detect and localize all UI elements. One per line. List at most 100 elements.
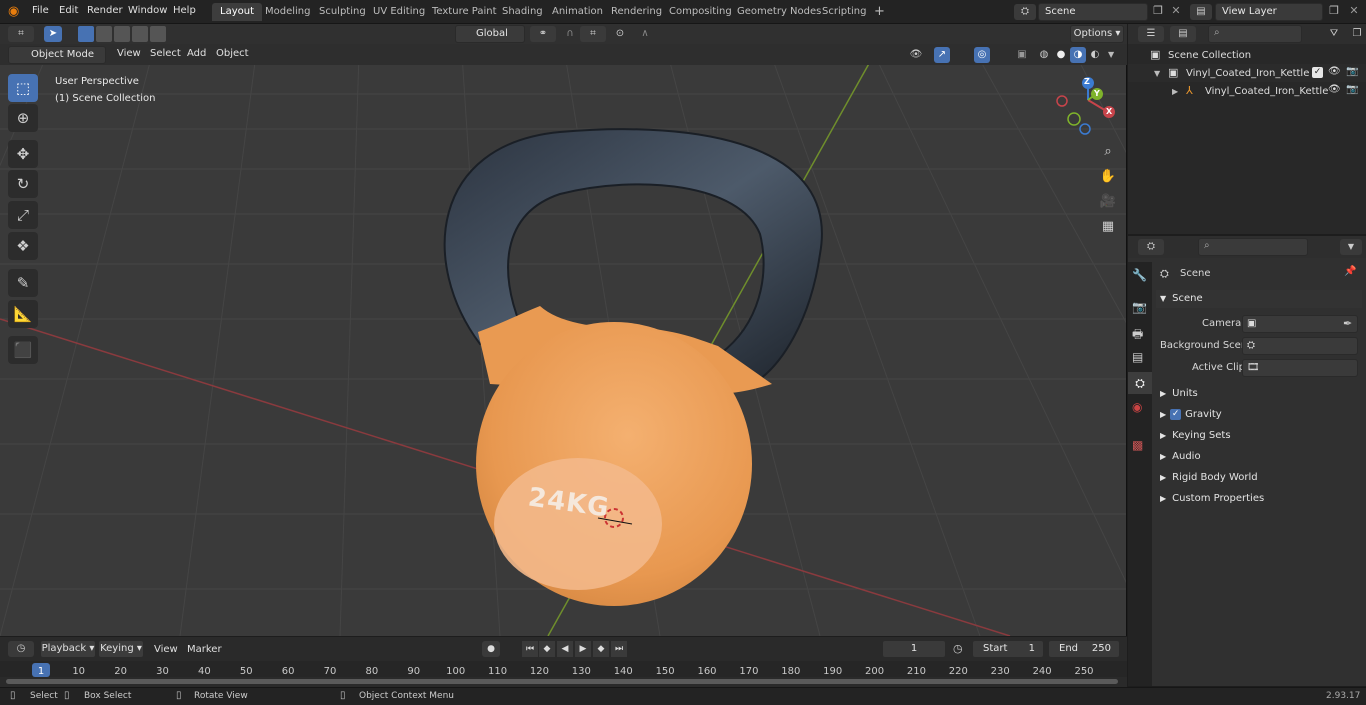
play-reverse-icon[interactable]: ◀ <box>557 641 573 657</box>
mode-dropdown[interactable]: Object Mode <box>8 46 106 64</box>
timeline-view-menu[interactable]: View <box>154 644 178 655</box>
start-frame-field[interactable]: Start 1 <box>972 640 1044 658</box>
jump-start-icon[interactable]: ⏮ <box>522 641 538 657</box>
texture-tab-icon[interactable]: ▩ <box>1132 438 1143 452</box>
blender-logo-icon[interactable]: ◉ <box>8 4 24 20</box>
view-layer-tab-icon[interactable]: ▤ <box>1132 350 1143 364</box>
camera-icon[interactable]: 📷 <box>1346 66 1358 77</box>
falloff-icon[interactable]: ∧ <box>632 26 658 42</box>
gravity-panel[interactable]: ▶ ✓ Gravity <box>1156 406 1362 424</box>
list-item[interactable]: ▼ ▣ Vinyl_Coated_Iron_Kettlebell_ ✓ 👁 📷 <box>1128 64 1366 82</box>
menu-view[interactable]: View <box>117 48 141 59</box>
scene-tab-icon[interactable]: ⛭ <box>1128 372 1152 394</box>
tab-layout[interactable]: Layout <box>212 3 262 21</box>
select-invert-icon[interactable] <box>132 26 148 42</box>
play-icon[interactable]: ▶ <box>575 641 591 657</box>
end-frame-field[interactable]: End 250 <box>1048 640 1120 658</box>
transform-orientation-dropdown[interactable]: Global <box>455 25 525 43</box>
options-dropdown[interactable]: Options ▾ <box>1070 25 1124 43</box>
list-item[interactable]: ▣ Scene Collection <box>1128 46 1366 64</box>
jump-end-icon[interactable]: ⏭ <box>611 641 627 657</box>
eye-icon[interactable]: 👁 <box>1328 66 1341 77</box>
snap-icon[interactable]: ∩ <box>562 26 578 42</box>
properties-editor-icon[interactable]: ⛭ <box>1138 239 1164 255</box>
world-tab-icon[interactable]: ◉ <box>1132 400 1142 414</box>
select-new-icon[interactable] <box>78 26 94 42</box>
checkbox-icon[interactable]: ✓ <box>1312 67 1323 78</box>
current-frame-field[interactable]: 1 <box>882 640 946 658</box>
playback-menu[interactable]: Playback ▾ <box>40 640 96 658</box>
select-subtract-icon[interactable] <box>114 26 130 42</box>
transform-tool[interactable]: ❖ <box>8 232 38 260</box>
move-tool[interactable]: ✥ <box>8 140 38 168</box>
menu-render[interactable]: Render <box>87 5 123 16</box>
proportional-edit-icon[interactable]: ⊙ <box>612 26 628 42</box>
shading-rendered-icon[interactable]: ◐ <box>1087 47 1103 63</box>
scale-tool[interactable]: ⤢ <box>8 201 38 229</box>
tool-tab-icon[interactable]: 🔧 <box>1132 268 1147 282</box>
filter-icon[interactable]: ⛛ <box>1322 26 1346 42</box>
pan-hand-icon[interactable]: ✋ <box>1097 166 1119 188</box>
pin-icon[interactable]: 📌 <box>1344 266 1356 277</box>
properties-options-chevron-icon[interactable]: ▼ <box>1340 239 1362 255</box>
cursor-tool[interactable]: ⊕ <box>8 104 38 132</box>
delete-view-layer-icon[interactable]: ✕ <box>1346 4 1362 20</box>
rotate-tool[interactable]: ↻ <box>8 170 38 198</box>
tab-animation[interactable]: Animation <box>544 3 611 21</box>
new-scene-icon[interactable]: ❐ <box>1150 4 1166 20</box>
menu-help[interactable]: Help <box>173 5 196 16</box>
audio-panel[interactable]: ▶ Audio <box>1156 448 1362 466</box>
shading-material-icon[interactable]: ◑ <box>1070 47 1086 63</box>
next-keyframe-icon[interactable]: ◆ <box>593 641 609 657</box>
tab-modeling[interactable]: Modeling <box>257 3 319 21</box>
outliner-search-input[interactable] <box>1208 25 1302 43</box>
expand-chevron-icon[interactable]: ▶ <box>1172 87 1178 96</box>
shading-wireframe-icon[interactable]: ◍ <box>1036 47 1052 63</box>
shading-options-chevron-icon[interactable]: ▼ <box>1108 50 1114 59</box>
snap-target-icon[interactable]: ⌗ <box>580 26 606 42</box>
eye-icon[interactable]: 👁 <box>1328 84 1341 95</box>
menu-edit[interactable]: Edit <box>59 5 78 16</box>
timeline-editor-icon[interactable]: ◷ <box>8 641 34 657</box>
marker-menu[interactable]: Marker <box>187 644 222 655</box>
new-collection-icon[interactable]: ❐ <box>1350 26 1364 42</box>
select-tool-icon[interactable]: ➤ <box>44 26 62 42</box>
view-layer-icon[interactable]: ▤ <box>1190 4 1212 20</box>
pivot-icon[interactable]: ⚭ <box>530 26 556 42</box>
display-mode-icon[interactable]: ▤ <box>1170 26 1196 42</box>
clock-icon[interactable]: ◷ <box>953 642 963 655</box>
shading-solid-icon[interactable]: ● <box>1053 47 1069 63</box>
properties-search-input[interactable] <box>1198 238 1308 256</box>
menu-select[interactable]: Select <box>150 48 181 59</box>
measure-tool[interactable]: 📐 <box>8 300 38 328</box>
add-cube-tool[interactable]: ⬛ <box>8 336 38 364</box>
tab-compositing[interactable]: Compositing <box>661 3 740 21</box>
overlay-toggle-icon[interactable]: ◎ <box>974 47 990 63</box>
editor-type-icon[interactable]: ⌗ <box>8 26 34 42</box>
xray-icon[interactable]: ▣ <box>1014 47 1030 63</box>
scene-name-field[interactable]: Scene <box>1038 3 1148 21</box>
delete-scene-icon[interactable]: ✕ <box>1168 4 1184 20</box>
units-panel[interactable]: ▶ Units <box>1156 385 1362 403</box>
tab-uv-editing[interactable]: UV Editing <box>365 3 433 21</box>
output-tab-icon[interactable]: 🖶 <box>1132 325 1143 346</box>
scene-selector-icon[interactable]: ⛭ <box>1014 4 1036 20</box>
list-item[interactable]: ▶ ⅄ Vinyl_Coated_Iron_Kettle 👁 📷 <box>1128 82 1366 100</box>
gravity-checkbox[interactable]: ✓ <box>1170 408 1182 420</box>
annotate-tool[interactable]: ✎ <box>8 269 38 297</box>
menu-file[interactable]: File <box>32 5 49 16</box>
select-intersect-icon[interactable] <box>150 26 166 42</box>
3d-viewport[interactable]: 24KG <box>0 24 1127 636</box>
gizmo-toggle-icon[interactable]: ↗ <box>934 47 950 63</box>
ortho-grid-icon[interactable]: ▦ <box>1097 216 1119 238</box>
outliner-editor-icon[interactable]: ☰ <box>1138 26 1164 42</box>
expand-chevron-icon[interactable]: ▼ <box>1154 69 1160 78</box>
menu-add[interactable]: Add <box>187 48 206 59</box>
new-view-layer-icon[interactable]: ❐ <box>1326 4 1342 20</box>
custom-properties-panel[interactable]: ▶ Custom Properties <box>1156 490 1362 508</box>
prev-keyframe-icon[interactable]: ◆ <box>539 641 555 657</box>
tab-texture-paint[interactable]: Texture Paint <box>424 3 505 21</box>
eyedropper-icon[interactable]: ✒ <box>1343 317 1352 330</box>
select-box-tool[interactable]: ⬚ <box>8 74 38 102</box>
keying-menu[interactable]: Keying ▾ <box>98 640 144 658</box>
